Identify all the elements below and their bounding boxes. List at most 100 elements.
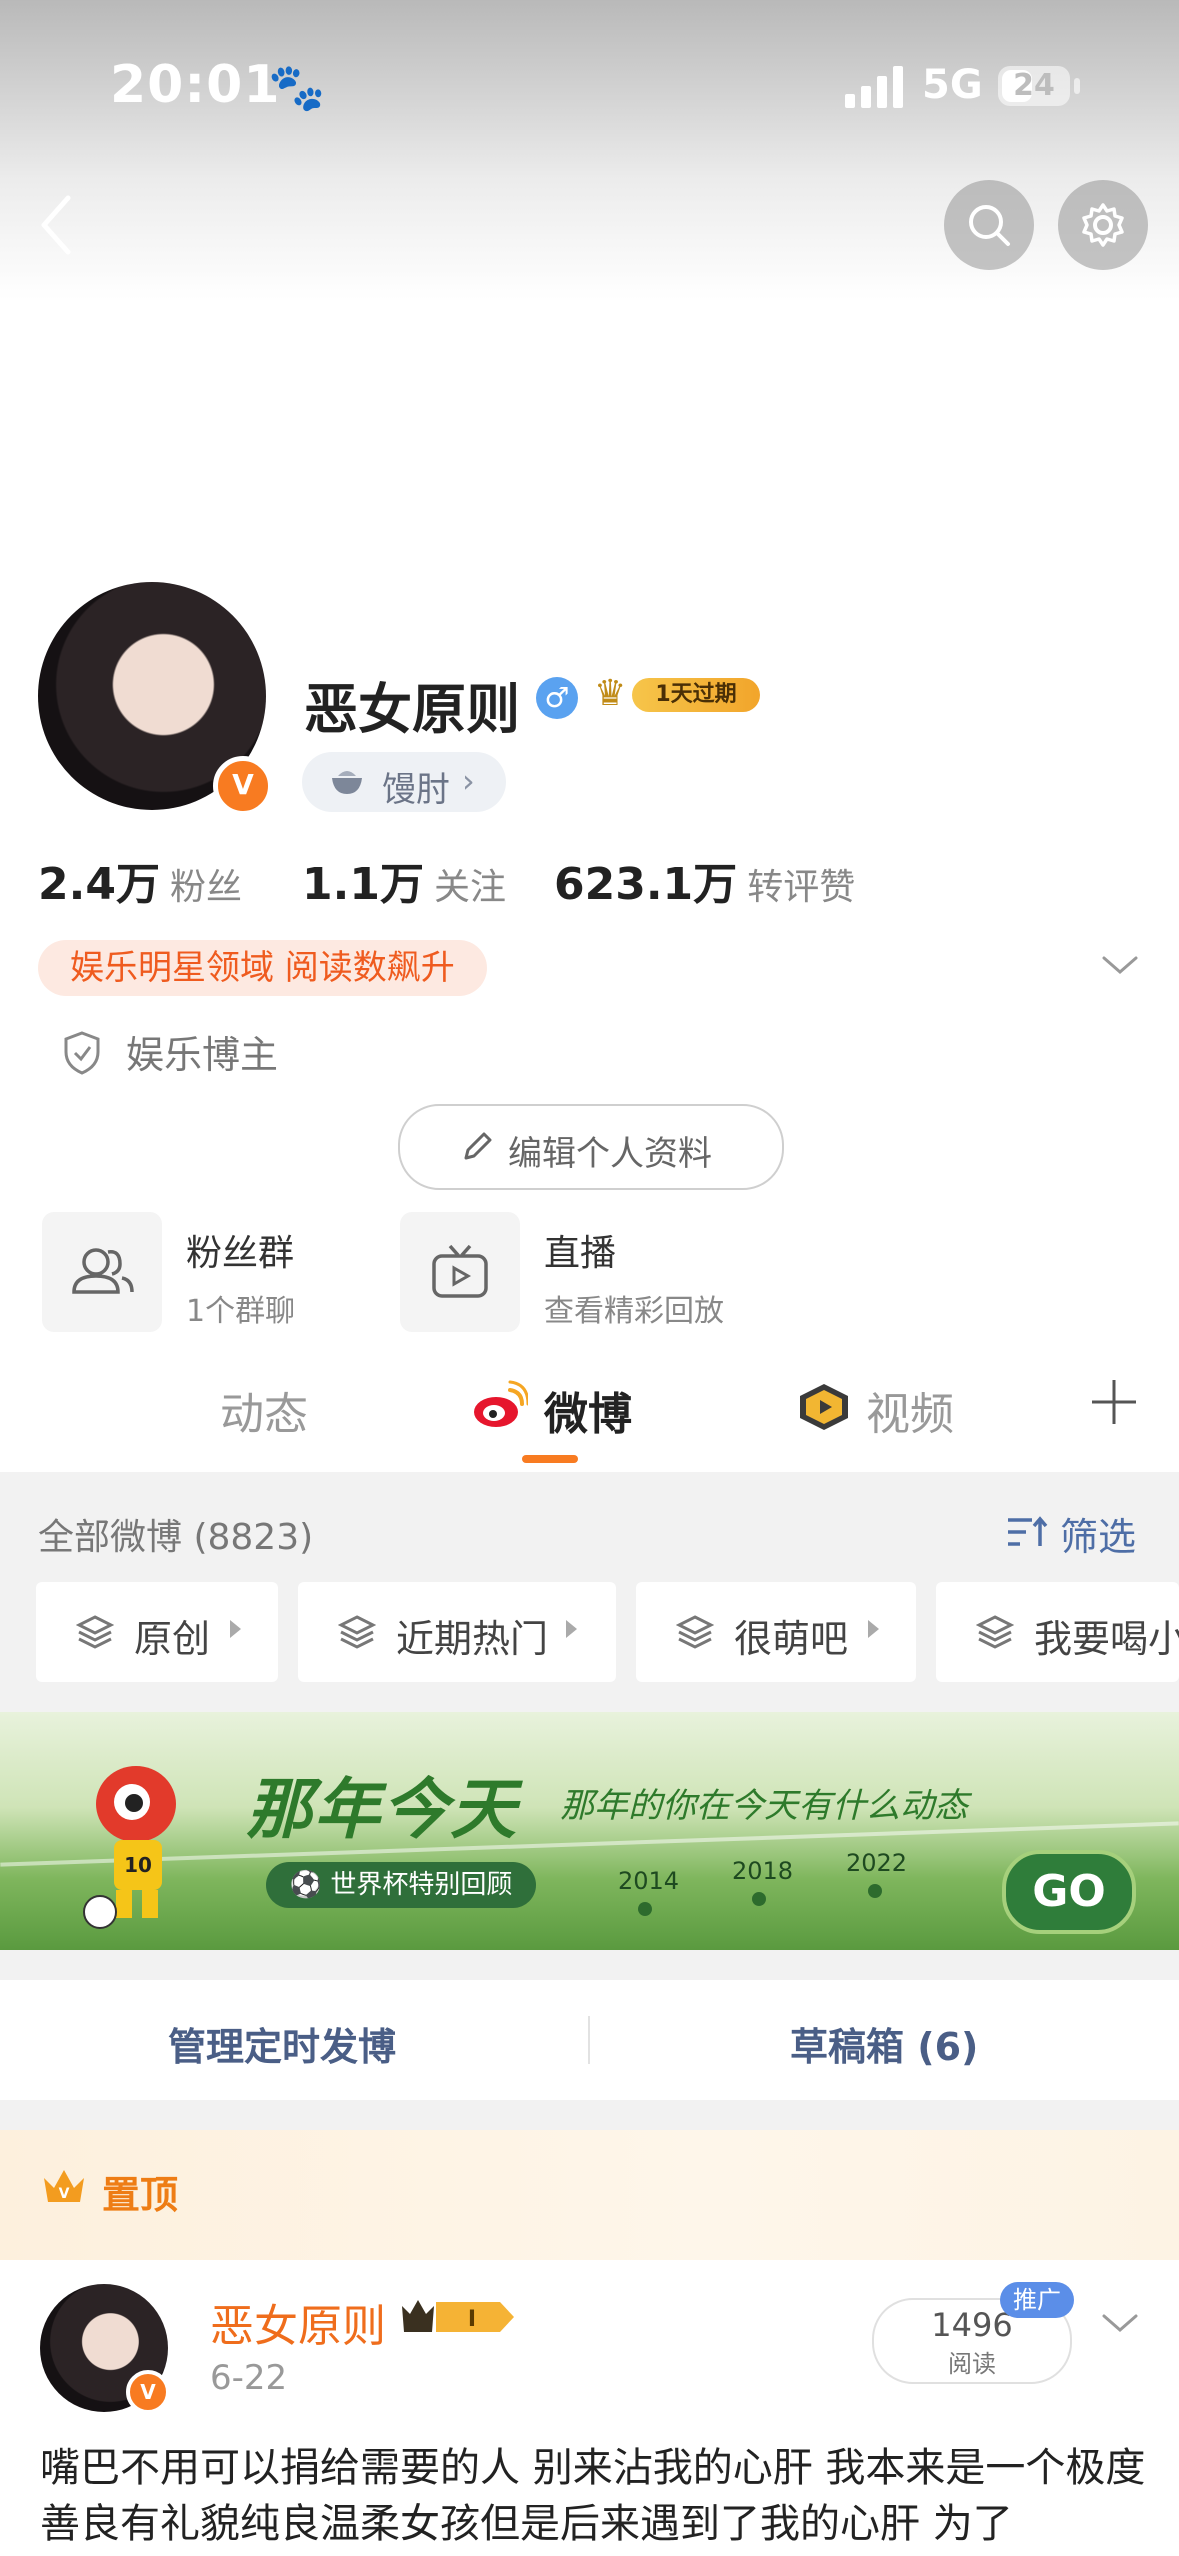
vip-level-icon: I	[402, 2300, 514, 2332]
fan-group-icon[interactable]	[42, 1212, 162, 1332]
read-label: 阅读	[948, 2350, 996, 2378]
filter-chip-cute[interactable]: 很萌吧	[636, 1582, 916, 1682]
post-author-name[interactable]: 恶女原则	[210, 2290, 386, 2354]
verified-badge: V	[213, 756, 273, 816]
vip-badge[interactable]: ♛ 1天过期	[594, 672, 764, 716]
fan-group-title[interactable]: 粉丝群	[186, 1224, 294, 1276]
status-time: 20:01	[110, 55, 281, 115]
weibo-logo-icon	[470, 1380, 530, 1430]
layers-icon	[976, 1615, 1014, 1649]
triangle-right-icon	[566, 1620, 577, 1638]
fan-group-subtitle: 1个群聊	[186, 1294, 296, 1329]
filter-chip-label: 很萌吧	[734, 1617, 849, 1661]
banner-year: 2014	[618, 1867, 680, 1895]
memories-banner[interactable]: 10 那年今天 那年的你在今天有什么动态 ⚽ 世界杯特别回顾 2014 2018…	[0, 1712, 1179, 1950]
divider	[588, 2016, 590, 2064]
go-button[interactable]: GO	[1002, 1850, 1136, 1934]
male-icon: ♂	[536, 677, 578, 719]
layers-icon	[76, 1615, 114, 1649]
filter-chip-label: 我要喝小	[1034, 1617, 1179, 1661]
banner-year: 2022	[846, 1849, 908, 1877]
search-icon	[969, 205, 1010, 246]
crown-icon: V	[44, 2170, 84, 2202]
chevron-down-icon[interactable]	[1100, 950, 1140, 980]
triangle-right-icon	[868, 1620, 879, 1638]
paw-icon: 🐾	[268, 60, 326, 114]
stat-value: 2.4万	[38, 859, 160, 910]
blogger-type: 娱乐博主	[126, 1033, 279, 1077]
stat-label: 粉丝	[169, 867, 242, 908]
svg-text:I: I	[468, 2307, 476, 2332]
tab-video[interactable]: 视频	[866, 1378, 954, 1442]
svg-text:V: V	[59, 2186, 70, 2202]
live-title[interactable]: 直播	[544, 1224, 616, 1276]
timeline-dot	[638, 1902, 652, 1916]
chevron-down-icon[interactable]	[1100, 2308, 1140, 2338]
profile-name: 恶女原则	[304, 678, 520, 741]
banner-pill: ⚽ 世界杯特别回顾	[266, 1862, 536, 1908]
profile-tag-label: 馒肘	[382, 770, 450, 810]
tab-weibo[interactable]: 微博	[544, 1378, 632, 1442]
stat-following[interactable]: 1.1万 关注	[302, 848, 506, 912]
edit-profile-label: 编辑个人资料	[508, 1134, 712, 1174]
video-icon	[796, 1382, 852, 1432]
stat-fans[interactable]: 2.4万 粉丝	[38, 848, 242, 912]
scheduled-posts-button[interactable]: 管理定时发博	[168, 2016, 396, 2071]
post-text: 嘴巴不用可以捐给需要的人 别来沾我的心肝 我本来是一个极度善良有礼貌纯良温柔女孩…	[40, 2445, 1146, 2547]
stat-label: 转评赞	[747, 867, 856, 908]
mascot-icon: 10	[83, 1766, 176, 1929]
filter-chip-original[interactable]: 原创	[36, 1582, 278, 1682]
signal-icon	[845, 64, 905, 108]
live-tv-icon[interactable]	[400, 1212, 520, 1332]
post-date: 6-22	[210, 2358, 288, 2398]
banner-title: 那年今天	[246, 1771, 518, 1848]
chevron-right-icon: ›	[462, 762, 475, 800]
timeline-dot	[752, 1892, 766, 1906]
battery-icon: 24	[998, 66, 1070, 106]
battery-cap	[1074, 78, 1080, 94]
manage-bar: 管理定时发博 草稿箱 (6)	[0, 1980, 1179, 2100]
hot-tag-chip[interactable]: 娱乐明星领域 阅读数飙升	[38, 940, 487, 996]
settings-button[interactable]	[1058, 180, 1148, 270]
all-weibo-count: 全部微博 (8823)	[38, 1517, 314, 1558]
network-type: 5G	[922, 62, 983, 108]
pinned-label: 置顶	[102, 2173, 179, 2217]
layers-icon	[338, 1615, 376, 1649]
stat-value: 1.1万	[302, 859, 424, 910]
filter-button[interactable]: 筛选	[1060, 1506, 1136, 1561]
banner-subtitle: 那年的你在今天有什么动态	[560, 1786, 968, 1826]
stat-label: 关注	[433, 867, 506, 908]
pinned-post[interactable]: V 置顶 V 恶女原则 I 6-22 1496 阅读 推广 嘴巴不用可以捐给需要…	[0, 2130, 1179, 2556]
filter-chip-label: 原创	[134, 1617, 211, 1661]
stat-interactions[interactable]: 623.1万 转评赞	[554, 848, 855, 912]
stat-value: 623.1万	[554, 859, 738, 910]
bowl-icon	[332, 771, 362, 794]
timeline-dot	[868, 1884, 882, 1898]
verified-badge: V	[126, 2370, 170, 2414]
add-tab-icon[interactable]	[1088, 1376, 1140, 1428]
active-tab-indicator	[522, 1455, 578, 1463]
svg-text:10: 10	[124, 1853, 152, 1877]
banner-pill-label: 世界杯特别回顾	[330, 1870, 513, 1900]
filter-chip-drink[interactable]: 我要喝小	[936, 1582, 1179, 1682]
soccer-ball-icon: ⚽	[289, 1870, 323, 1900]
drafts-button[interactable]: 草稿箱 (6)	[790, 2016, 978, 2071]
vip-expiry: 1天过期	[632, 678, 760, 712]
filter-icon[interactable]	[1006, 1512, 1050, 1552]
battery-level: 24	[1013, 68, 1055, 103]
layers-icon	[676, 1615, 714, 1649]
profile-tag-chip[interactable]: 馒肘 ›	[302, 752, 506, 812]
search-button[interactable]	[944, 180, 1034, 270]
triangle-right-icon	[230, 1620, 241, 1638]
stats-row: 2.4万 粉丝 1.1万 关注 623.1万 转评赞	[38, 848, 1138, 910]
filter-chip-label: 近期热门	[396, 1617, 549, 1661]
banner-year: 2018	[732, 1857, 794, 1885]
tab-dynamics[interactable]: 动态	[220, 1378, 308, 1442]
gear-icon	[1082, 203, 1124, 247]
shield-icon	[62, 1030, 102, 1076]
live-subtitle: 查看精彩回放	[544, 1294, 724, 1329]
filter-chip-recent-hot[interactable]: 近期热门	[298, 1582, 616, 1682]
edit-profile-button[interactable]: 编辑个人资料	[398, 1104, 784, 1190]
promote-badge[interactable]: 推广	[1000, 2282, 1074, 2318]
back-button[interactable]	[30, 190, 90, 260]
